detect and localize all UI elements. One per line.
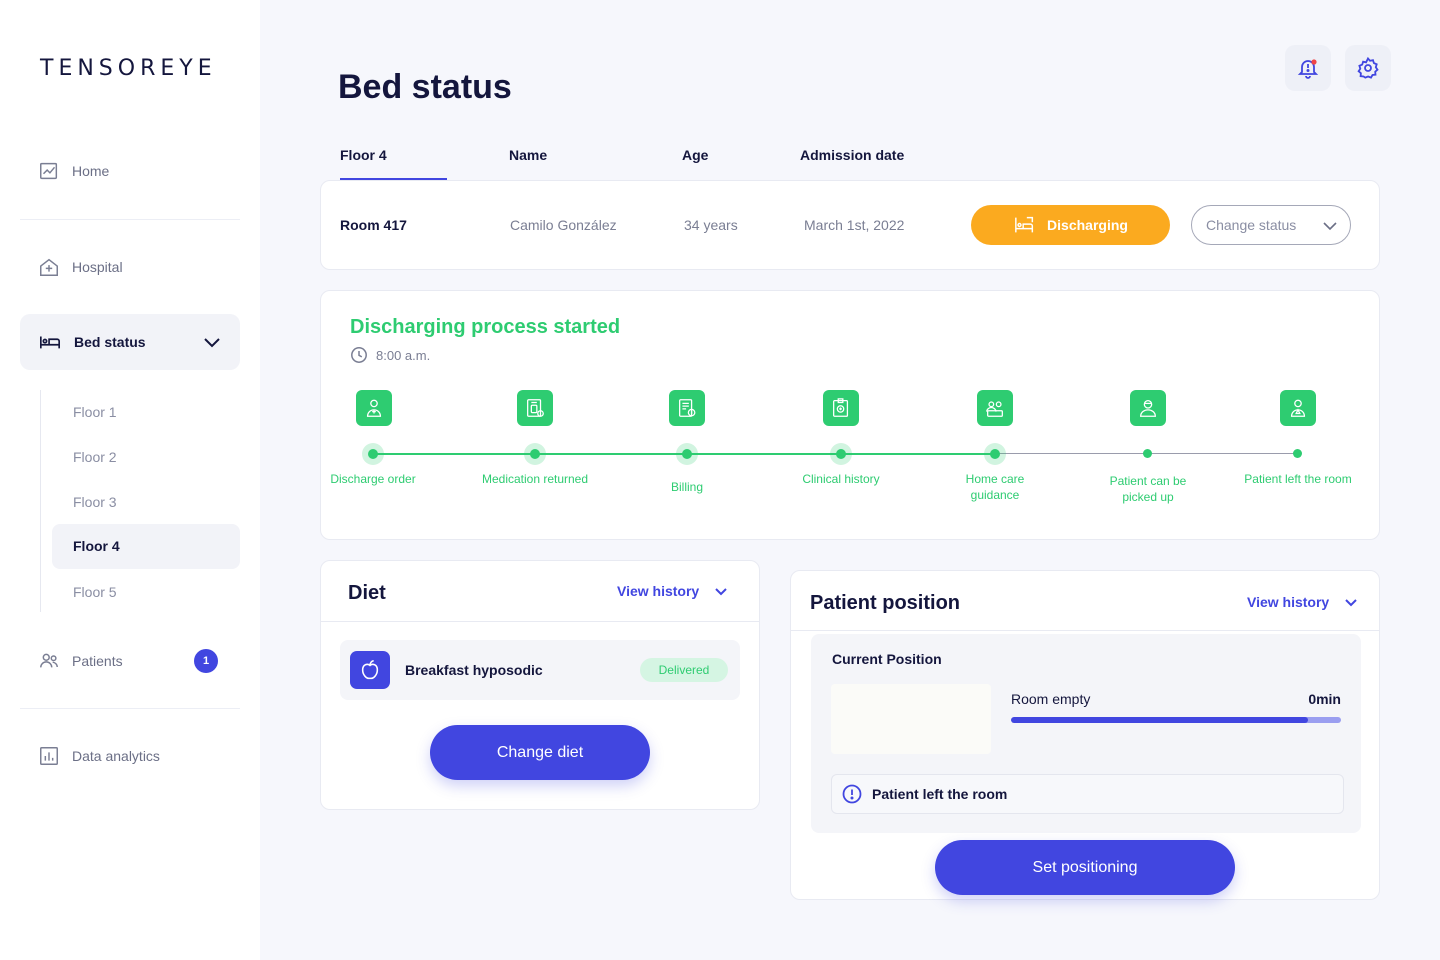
position-progress-fill [1011, 717, 1308, 723]
step-medication-returned: Medication returned [481, 472, 589, 486]
chevron-down-icon [715, 588, 727, 596]
column-floor[interactable]: Floor 4 [340, 147, 387, 163]
settings-button[interactable] [1345, 45, 1391, 91]
sidebar-item-patients[interactable]: Patients [38, 650, 123, 672]
divider [791, 630, 1379, 631]
position-progress-bar [1011, 717, 1341, 723]
position-alert: Patient left the room [831, 774, 1344, 814]
step-discharge-order: Discharge order [330, 472, 416, 486]
sidebar-subitem-floor-3[interactable]: Floor 3 [73, 494, 117, 510]
change-status-select[interactable]: Change status [1191, 205, 1351, 245]
doctor-icon [356, 390, 392, 426]
column-age[interactable]: Age [682, 147, 708, 163]
step-patient-left-the-room: Patient left the room [1244, 472, 1352, 486]
sidebar-item-label: Hospital [72, 259, 123, 275]
sidebar-item-label: Home [72, 163, 110, 179]
column-admission-date[interactable]: Admission date [800, 147, 904, 163]
sidebar: TENSOREYE Home Hospital Bed status Floor… [0, 0, 260, 960]
patient-left-icon [1280, 390, 1316, 426]
billing-icon [669, 390, 705, 426]
step-home-care-guidance: Home care guidance [965, 472, 1025, 502]
position-alert-label: Patient left the room [872, 786, 1008, 802]
change-diet-button[interactable]: Change diet [430, 725, 650, 780]
alert-circle-icon [842, 784, 862, 804]
current-position-panel: Current Position Room empty 0min Patient… [811, 634, 1361, 833]
bell-alert-icon [1297, 59, 1319, 79]
notifications-button[interactable] [1285, 45, 1331, 91]
hospital-icon [40, 258, 58, 276]
admission-date-cell: March 1st, 2022 [804, 217, 905, 233]
view-history-label: View history [1247, 594, 1330, 610]
status-badge[interactable]: Discharging [971, 205, 1170, 245]
step-dot [368, 449, 378, 459]
step-dot [836, 449, 846, 459]
process-title: Discharging process started [350, 316, 621, 338]
step-patient-can-be-picked-up: Patient can be picked up [1109, 474, 1187, 504]
chevron-down-icon [1345, 599, 1357, 607]
process-time-label: 8:00 a.m. [376, 347, 431, 363]
position-state: Room empty [1011, 691, 1091, 707]
divider [20, 219, 240, 220]
position-preview-image [831, 684, 991, 754]
view-history-label: View history [617, 583, 700, 599]
position-view-history-button[interactable]: View history [1247, 594, 1359, 610]
delivered-badge: Delivered [640, 658, 728, 682]
divider [20, 708, 240, 709]
change-status-placeholder: Change status [1206, 217, 1297, 233]
step-clinical-history: Clinical history [802, 472, 880, 486]
set-positioning-button[interactable]: Set positioning [935, 840, 1235, 895]
sidebar-subitem-floor-5[interactable]: Floor 5 [73, 584, 117, 600]
sidebar-item-label: Bed status [74, 334, 146, 350]
divider [321, 621, 759, 622]
sidebar-subitem-floor-2[interactable]: Floor 2 [73, 449, 117, 465]
diet-item-name: Breakfast hyposodic [405, 662, 543, 678]
diet-title: Diet [348, 582, 386, 604]
patient-position-title: Patient position [810, 592, 960, 614]
users-icon [40, 653, 58, 668]
room-cell: Room 417 [340, 217, 407, 233]
sidebar-item-data-analytics[interactable]: Data analytics [38, 745, 160, 767]
status-label: Discharging [1047, 217, 1128, 233]
clock-icon [351, 347, 367, 363]
sidebar-item-home[interactable]: Home [38, 160, 109, 182]
step-dot [990, 449, 1000, 459]
bed-icon [40, 336, 60, 349]
position-duration: 0min [1308, 691, 1341, 707]
chevron-down-icon[interactable] [202, 332, 222, 352]
gear-icon [1357, 56, 1379, 79]
patient-pickup-icon [1130, 390, 1166, 426]
list-item[interactable]: Breakfast hyposodic Delivered [340, 640, 740, 700]
page-title: Bed status [338, 68, 512, 106]
sidebar-item-hospital[interactable]: Hospital [38, 256, 123, 278]
patients-count-badge: 1 [194, 649, 218, 673]
chart-line-icon [40, 162, 58, 180]
process-time: 8:00 a.m. [350, 346, 430, 364]
step-dot [682, 449, 692, 459]
step-billing: Billing [670, 480, 703, 494]
patient-name-cell: Camilo González [510, 217, 617, 233]
sidebar-subitem-floor-1[interactable]: Floor 1 [73, 404, 117, 420]
apple-icon [350, 651, 390, 689]
sidebar-item-label: Patients [72, 653, 123, 669]
submenu-line [40, 390, 41, 612]
bed-exit-icon [1015, 216, 1034, 233]
clinical-history-icon [823, 390, 859, 426]
medication-icon [517, 390, 553, 426]
diet-view-history-button[interactable]: View history [617, 583, 729, 599]
home-care-icon [977, 390, 1013, 426]
sidebar-item-label: Data analytics [72, 748, 160, 764]
step-dot [1293, 449, 1302, 458]
sidebar-item-bed-status[interactable]: Bed status [20, 314, 240, 370]
step-dot [1143, 449, 1152, 458]
brand-logo: TENSOREYE [40, 56, 217, 81]
current-position-label: Current Position [832, 651, 942, 667]
chevron-down-icon [1323, 222, 1337, 231]
column-name[interactable]: Name [509, 147, 547, 163]
age-cell: 34 years [684, 217, 738, 233]
step-dot [530, 449, 540, 459]
bar-chart-icon [40, 747, 58, 765]
sidebar-subitem-floor-4[interactable]: Floor 4 [52, 524, 240, 569]
